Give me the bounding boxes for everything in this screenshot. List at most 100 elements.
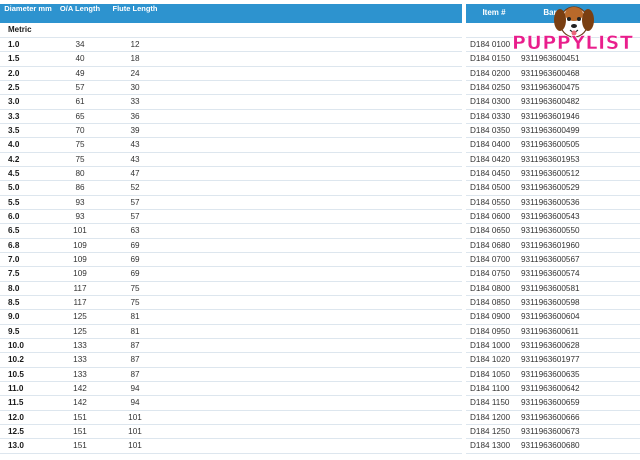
cell-flute-length: 30 <box>130 82 140 92</box>
cell-barcode: 9311963600499 <box>521 125 580 135</box>
cell-diameter: 7.0 <box>8 254 20 264</box>
cell-flute-length: 52 <box>130 183 140 193</box>
cell-diameter: 12.0 <box>8 412 24 422</box>
table-row: 3.5 70 39 D184 0350 9311963600499 <box>0 124 640 139</box>
cell-diameter: 2.5 <box>8 82 20 92</box>
cell-item-number: D184 0350 <box>470 125 511 135</box>
table-row: 6.0 93 57 D184 0600 9311963600543 <box>0 210 640 225</box>
logo-text-2: LIST <box>585 32 634 55</box>
cell-barcode: 9311963600666 <box>521 412 580 422</box>
cell-diameter: 6.0 <box>8 211 20 221</box>
cell-barcode: 9311963600659 <box>521 398 580 408</box>
table-row: 2.5 57 30 D184 0250 9311963600475 <box>0 81 640 96</box>
cell-oa-length: 93 <box>75 197 85 207</box>
cell-flute-length: 69 <box>130 240 140 250</box>
cell-barcode: 9311963600574 <box>521 269 580 279</box>
cell-diameter: 1.5 <box>8 54 20 64</box>
cell-barcode: 9311963601960 <box>521 240 580 250</box>
cell-item-number: D184 1050 <box>470 369 511 379</box>
table-row: 8.0 117 75 D184 0800 9311963600581 <box>0 282 640 296</box>
cell-diameter: 10.5 <box>8 369 24 379</box>
cell-diameter: 9.0 <box>8 312 20 322</box>
cell-item-number: D184 0750 <box>470 269 511 279</box>
table-row: 3.3 65 36 D184 0330 9311963601946 <box>0 110 640 124</box>
cell-diameter: 8.5 <box>8 297 20 307</box>
cell-barcode: 9311963600673 <box>521 426 580 436</box>
cell-barcode: 9311963600611 <box>521 326 579 336</box>
cell-diameter: 7.5 <box>8 269 20 279</box>
cell-barcode: 9311963600475 <box>521 82 580 92</box>
table-row: 5.5 93 57 D184 0550 9311963600536 <box>0 196 640 210</box>
cell-barcode: 9311963600505 <box>521 140 580 150</box>
cell-oa-length: 40 <box>75 54 85 64</box>
table-row: 6.5 101 63 D184 0650 9311963600550 <box>0 224 640 239</box>
cell-oa-length: 151 <box>73 412 87 422</box>
cell-flute-length: 87 <box>130 369 140 379</box>
cell-oa-length: 109 <box>73 269 87 279</box>
cell-flute-length: 69 <box>130 269 140 279</box>
cell-item-number: D184 0420 <box>470 154 511 164</box>
cell-oa-length: 125 <box>73 326 87 336</box>
cell-flute-length: 87 <box>130 340 140 350</box>
cell-oa-length: 80 <box>75 168 85 178</box>
table-row: 5.0 86 52 D184 0500 9311963600529 <box>0 181 640 196</box>
header-oa-length: O/A Length <box>59 4 101 13</box>
cell-diameter: 11.0 <box>8 383 24 393</box>
cell-item-number: D184 0400 <box>470 140 511 150</box>
table-row: 10.0 133 87 D184 1000 9311963600628 <box>0 339 640 354</box>
cell-diameter: 11.5 <box>8 398 24 408</box>
cell-barcode: 9311963600628 <box>521 340 580 350</box>
cell-oa-length: 61 <box>75 97 85 107</box>
cell-item-number: D184 0900 <box>470 312 511 322</box>
cell-diameter: 5.0 <box>8 183 20 193</box>
cell-barcode: 9311963600543 <box>521 211 580 221</box>
cell-item-number: D184 1100 <box>470 383 510 393</box>
cell-diameter: 1.0 <box>8 40 20 49</box>
cell-item-number: D184 1020 <box>470 355 511 365</box>
cell-barcode: 9311963601946 <box>521 111 580 121</box>
cell-flute-length: 33 <box>130 97 140 107</box>
puppylist-logo: PUPPYLIST <box>512 0 636 56</box>
cell-flute-length: 43 <box>130 140 140 150</box>
cell-flute-length: 75 <box>130 297 140 307</box>
cell-barcode: 9311963600468 <box>521 68 580 78</box>
cell-oa-length: 151 <box>73 426 87 436</box>
cell-barcode: 9311963600598 <box>521 297 580 307</box>
cell-oa-length: 65 <box>75 111 85 121</box>
cell-flute-length: 43 <box>130 154 140 164</box>
cell-flute-length: 36 <box>130 111 140 121</box>
cell-flute-length: 101 <box>128 441 142 451</box>
cell-item-number: D184 0850 <box>470 297 511 307</box>
cell-oa-length: 142 <box>73 383 87 393</box>
cell-oa-length: 75 <box>75 154 85 164</box>
cell-diameter: 4.2 <box>8 154 20 164</box>
cell-flute-length: 81 <box>130 326 140 336</box>
cell-flute-length: 81 <box>130 312 140 322</box>
cell-oa-length: 125 <box>73 312 87 322</box>
cell-oa-length: 151 <box>73 441 87 451</box>
cell-oa-length: 133 <box>73 355 87 365</box>
table-row: 12.5 151 101 D184 1250 9311963600673 <box>0 425 640 440</box>
cell-item-number: D184 0550 <box>470 197 511 207</box>
cell-item-number: D184 0330 <box>470 111 511 121</box>
table-row: 4.0 75 43 D184 0400 9311963600505 <box>0 138 640 153</box>
cell-barcode: 9311963601953 <box>521 154 580 164</box>
cell-barcode: 9311963600536 <box>521 197 580 207</box>
cell-item-number: D184 0500 <box>470 183 511 193</box>
cell-item-number: D184 0300 <box>470 97 511 107</box>
table-row: 10.2 133 87 D184 1020 9311963601977 <box>0 353 640 368</box>
cell-item-number: D184 0700 <box>470 254 511 264</box>
table-body: 1.0 34 12 D184 0100 1.5 40 18 D184 0150 93119636… <box>0 38 640 454</box>
cell-diameter: 13.0 <box>8 441 24 451</box>
cell-item-number: D184 0600 <box>470 211 511 221</box>
cell-flute-length: 24 <box>130 68 140 78</box>
cell-item-number: D184 0250 <box>470 82 511 92</box>
cell-oa-length: 34 <box>75 40 85 49</box>
cell-diameter: 12.5 <box>8 426 24 436</box>
header-flute-length: Flute Length <box>112 4 158 13</box>
cell-flute-length: 101 <box>128 426 142 436</box>
cell-barcode: 9311963600567 <box>521 254 580 264</box>
cell-item-number: D184 1150 <box>470 398 510 408</box>
cell-item-number: D184 0100 <box>470 40 511 49</box>
cell-flute-length: 69 <box>130 254 140 264</box>
